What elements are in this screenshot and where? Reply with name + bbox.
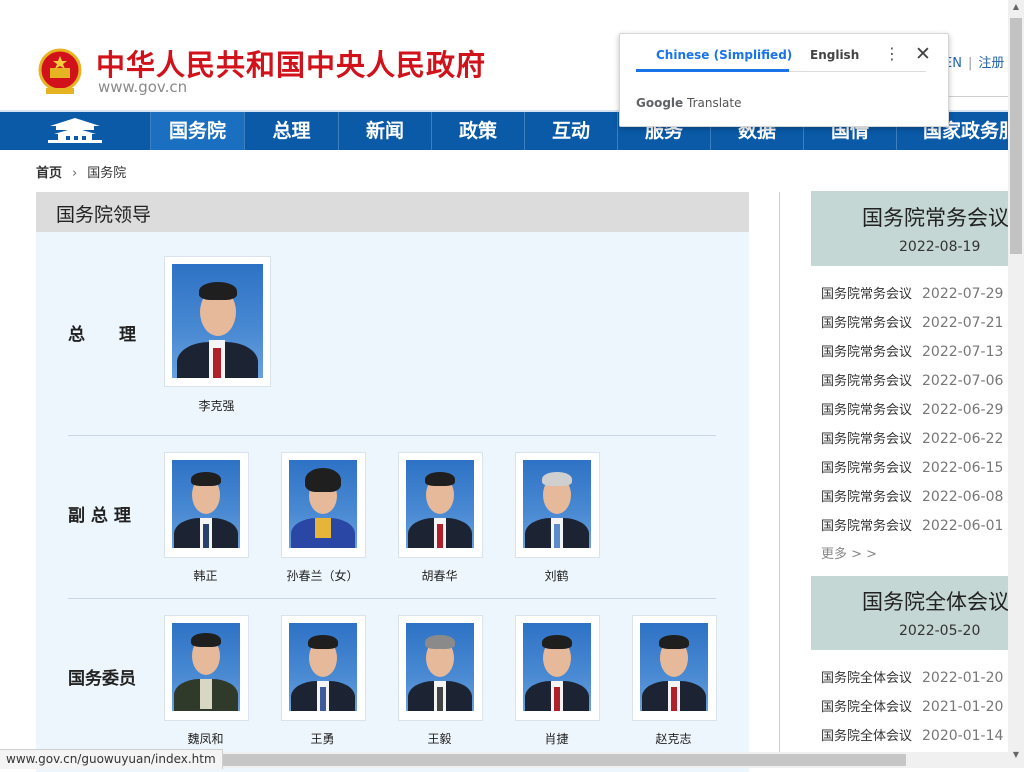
leader-photo[interactable] — [406, 623, 474, 711]
register-link[interactable]: 注册 — [978, 56, 1004, 71]
list-item[interactable]: 国务院全体会议 2022-01-20 — [821, 667, 1003, 686]
national-emblem-icon[interactable] — [38, 48, 82, 96]
leader-name[interactable]: 王毅 — [398, 730, 481, 747]
nav-item-interaction[interactable]: 互动 — [524, 112, 617, 150]
translate-target-tab[interactable]: English — [810, 48, 859, 62]
site-url: www.gov.cn — [98, 78, 188, 96]
translate-active-indicator — [636, 69, 789, 72]
leader-name[interactable]: 胡春华 — [398, 567, 481, 584]
leader-name[interactable]: 韩正 — [164, 567, 247, 584]
section-divider — [68, 435, 716, 436]
leader-photo[interactable] — [172, 264, 263, 378]
chevron-right-icon: › — [72, 166, 78, 181]
role-premier: 总 理 — [68, 325, 136, 345]
nav-item-news[interactable]: 新闻 — [338, 112, 431, 150]
leader-name[interactable]: 魏凤和 — [164, 730, 247, 747]
close-icon[interactable]: ✕ — [912, 43, 934, 67]
list-item[interactable]: 国务院常务会议 2022-06-15 — [821, 457, 1003, 476]
leader-photo[interactable] — [640, 623, 708, 711]
breadcrumb-home[interactable]: 首页 — [36, 166, 62, 181]
google-translate-brand: Google Translate — [636, 96, 742, 110]
nav-item-premier[interactable]: 总理 — [244, 112, 338, 150]
list-item[interactable]: 国务院常务会议 2022-07-21 — [821, 312, 1003, 331]
translate-source-tab[interactable]: Chinese (Simplified) — [656, 48, 792, 62]
section-divider — [68, 598, 716, 599]
scroll-up-icon[interactable]: ▲ — [1008, 2, 1024, 16]
leader-photo[interactable] — [406, 460, 474, 548]
role-state-councilor: 国务委员 — [68, 669, 136, 689]
leader-name[interactable]: 孙春兰（女） — [281, 567, 364, 584]
leader-photo[interactable] — [289, 460, 357, 548]
more-link[interactable]: 更多 > > — [821, 543, 877, 562]
list-item[interactable]: 国务院全体会议 2020-01-14 — [821, 725, 1003, 744]
column-separator — [779, 192, 780, 752]
leader-photo[interactable] — [523, 623, 591, 711]
breadcrumb-current[interactable]: 国务院 — [87, 166, 126, 181]
leader-name[interactable]: 赵克志 — [632, 730, 715, 747]
link-separator: | — [967, 56, 973, 71]
vertical-scroll-thumb[interactable] — [1010, 18, 1022, 254]
top-links: EN | 注册 — [944, 52, 1004, 71]
leader-name[interactable]: 王勇 — [281, 730, 364, 747]
executive-meeting-title[interactable]: 国务院常务会议 — [862, 202, 1009, 232]
leader-photo[interactable] — [172, 460, 240, 548]
leaders-title: 国务院领导 — [56, 204, 152, 226]
list-item[interactable]: 国务院常务会议 2022-07-29 — [821, 283, 1003, 302]
search-underline — [944, 96, 1008, 97]
list-item[interactable]: 国务院常务会议 2022-06-29 — [821, 399, 1003, 418]
more-vert-icon[interactable]: ⋮ — [884, 44, 900, 68]
status-bar-url: www.gov.cn/guowuyuan/index.htm — [0, 749, 223, 769]
horizontal-scroll-thumb[interactable] — [200, 754, 906, 766]
list-item[interactable]: 国务院常务会议 2022-06-22 — [821, 428, 1003, 447]
leader-photo[interactable] — [289, 623, 357, 711]
list-item[interactable]: 国务院常务会议 2022-06-01 — [821, 515, 1003, 534]
executive-meeting-date: 2022-08-19 — [899, 239, 981, 255]
role-vice-premier: 副 总 理 — [68, 506, 131, 526]
nav-item-guowuyuan[interactable]: 国务院 — [150, 112, 244, 150]
leader-name[interactable]: 李克强 — [164, 397, 269, 414]
leader-photo[interactable] — [523, 460, 591, 548]
list-item[interactable]: 国务院全体会议 2021-01-20 — [821, 696, 1003, 715]
list-item[interactable]: 国务院常务会议 2022-07-13 — [821, 341, 1003, 360]
plenary-meeting-title[interactable]: 国务院全体会议 — [862, 586, 1009, 616]
leader-photo[interactable] — [172, 623, 240, 711]
plenary-meeting-date: 2022-05-20 — [899, 623, 981, 639]
tiananmen-logo-icon[interactable] — [0, 112, 150, 150]
nav-item-policy[interactable]: 政策 — [431, 112, 524, 150]
scroll-down-icon[interactable]: ▼ — [1008, 750, 1024, 764]
breadcrumb: 首页 › 国务院 — [36, 162, 126, 181]
list-item[interactable]: 国务院常务会议 2022-07-06 — [821, 370, 1003, 389]
leader-name[interactable]: 肖捷 — [515, 730, 598, 747]
leader-name[interactable]: 刘鹤 — [515, 567, 598, 584]
list-item[interactable]: 国务院常务会议 2022-06-08 — [821, 486, 1003, 505]
